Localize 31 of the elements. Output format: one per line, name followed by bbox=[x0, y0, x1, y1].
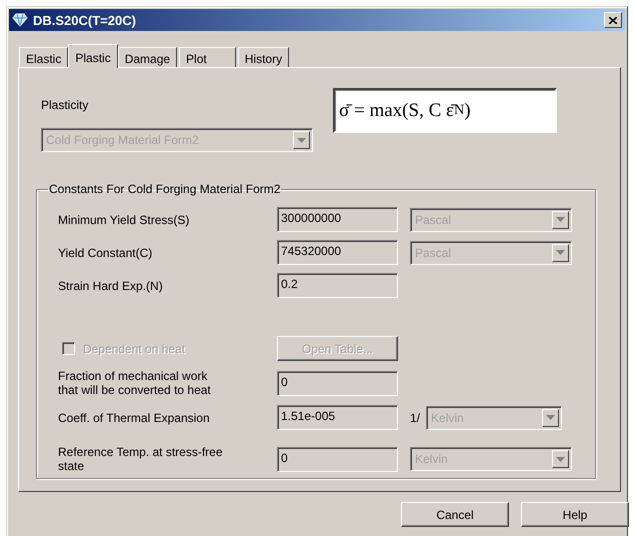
tab[interactable]: History bbox=[238, 47, 290, 67]
tab[interactable]: Plot bbox=[179, 47, 236, 67]
input-field[interactable]: 0 bbox=[277, 370, 398, 396]
caret-icon bbox=[556, 250, 565, 255]
tab[interactable]: Plastic bbox=[68, 44, 118, 68]
caret-icon bbox=[556, 456, 565, 462]
caret-icon bbox=[297, 138, 306, 142]
tab[interactable]: Elastic bbox=[19, 47, 68, 67]
input-field[interactable]: 0 bbox=[277, 446, 398, 472]
caret-icon bbox=[556, 217, 565, 222]
plasticity-label: Plasticity bbox=[41, 98, 90, 112]
input-field[interactable]: 1.51e-005 bbox=[277, 405, 398, 430]
field-label: Strain Hard Exp.(N) bbox=[58, 278, 164, 292]
input-field[interactable]: 0.2 bbox=[277, 273, 398, 298]
group-title: Constants For Cold Forging Material Form2 bbox=[48, 182, 282, 196]
window-title: DB.S20C(T=20C) bbox=[33, 12, 137, 28]
diamond-icon bbox=[12, 13, 28, 27]
input-field[interactable]: 300000000 bbox=[277, 207, 398, 232]
field-label: Minimum Yield Stress(S) bbox=[58, 212, 190, 226]
unit-prefix: 1/ bbox=[410, 410, 420, 424]
close-icon bbox=[609, 16, 617, 24]
dialog-button[interactable]: Cancel bbox=[401, 502, 509, 527]
dialog-button[interactable]: Help bbox=[521, 502, 629, 527]
field-label: Yield Constant(C) bbox=[58, 246, 154, 260]
input-field[interactable]: 745320000 bbox=[277, 240, 398, 265]
field-label: Coeff. of Thermal Expansion bbox=[58, 410, 211, 424]
close-button[interactable] bbox=[604, 12, 622, 28]
field-label: Reference Temp. at stress-free state bbox=[58, 445, 224, 473]
field-label: Fraction of mechanical work that will be converted to heat bbox=[58, 369, 212, 397]
caret-icon bbox=[546, 415, 556, 420]
tab[interactable]: Damage bbox=[118, 47, 178, 67]
